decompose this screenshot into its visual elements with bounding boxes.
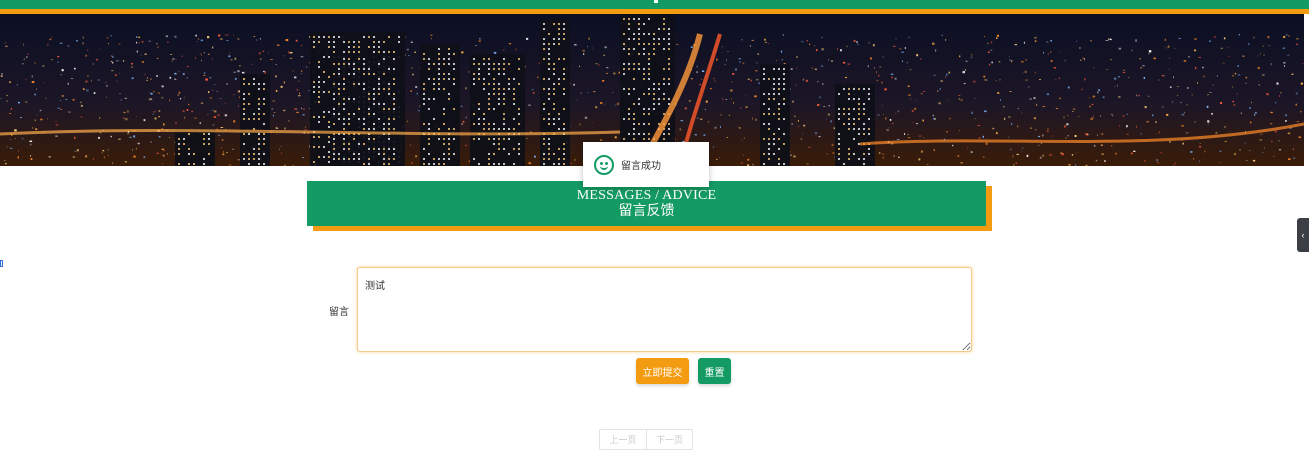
success-toast: 留言成功 xyxy=(583,142,709,187)
pagination: 上一页 下一页 xyxy=(599,429,693,450)
submit-button[interactable]: 立即提交 xyxy=(636,358,689,384)
chevron-left-icon: ‹ xyxy=(1301,230,1305,240)
reset-button[interactable]: 重置 xyxy=(698,358,731,384)
side-drawer-toggle[interactable]: ‹ xyxy=(1297,218,1309,252)
prev-page-link[interactable]: 上一页 xyxy=(600,430,646,449)
section-title-cn: 留言反馈 xyxy=(618,204,675,219)
next-page-link[interactable]: 下一页 xyxy=(646,430,692,449)
smile-icon xyxy=(594,154,614,175)
message-textarea[interactable]: 测试 xyxy=(357,267,972,352)
top-accent-bar xyxy=(0,0,1309,14)
message-label: 留言 xyxy=(329,307,349,318)
section-title: MESSAGES / ADVICE 留言反馈 xyxy=(307,181,986,226)
top-bar-marker xyxy=(654,0,658,3)
toast-message: 留言成功 xyxy=(621,161,661,172)
left-edge-marker xyxy=(0,260,3,267)
